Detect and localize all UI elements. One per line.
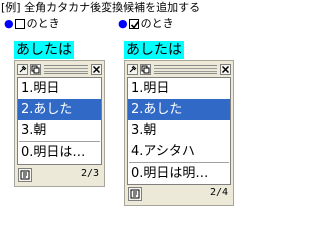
copy-icon[interactable] [30, 63, 41, 75]
checkbox-checked[interactable] [128, 19, 139, 29]
pin-icon[interactable] [127, 63, 138, 75]
candidate-item[interactable]: 4.アシタハ [128, 141, 230, 162]
candidate-toolbar [127, 63, 231, 75]
page-indicator: 2/3 [80, 168, 99, 179]
candidate-item[interactable]: 3.朝 [128, 120, 230, 141]
page-indicator: 2/4 [209, 187, 228, 198]
bullet-icon: ● [118, 17, 128, 30]
close-icon[interactable] [220, 63, 231, 75]
candidate-list: 1.明日 2.あした 3.朝 0.明日は… [17, 77, 102, 165]
option-label: のとき [26, 17, 60, 30]
checkbox-unchecked[interactable] [14, 19, 25, 29]
description-title: [例] 全角カタカナ後変換候補を追加する [1, 1, 201, 14]
candidate-toolbar [17, 63, 102, 75]
candidate-item-selected[interactable]: 2.あした [128, 99, 230, 120]
dictionary-icon[interactable] [18, 168, 32, 182]
candidate-item-selected[interactable]: 2.あした [18, 99, 101, 120]
drag-grip[interactable] [154, 64, 217, 74]
candidate-item[interactable]: 0.明日は… [18, 142, 101, 163]
drag-grip[interactable] [44, 64, 88, 74]
candidate-item[interactable]: 1.明日 [128, 78, 230, 99]
candidate-window-left: 1.明日 2.あした 3.朝 0.明日は… 2/3 [14, 60, 105, 187]
close-icon[interactable] [91, 63, 102, 75]
candidate-list: 1.明日 2.あした 3.朝 4.アシタハ 0.明日は明… [127, 77, 231, 185]
bullet-icon: ● [4, 17, 14, 30]
candidate-footer: 2/4 [127, 185, 231, 203]
copy-icon[interactable] [140, 63, 151, 75]
option-checked: ● のとき [118, 17, 174, 31]
pin-icon[interactable] [17, 63, 28, 75]
dictionary-icon[interactable] [128, 187, 142, 201]
option-label: のとき [140, 17, 174, 30]
option-unchecked: ● のとき [4, 17, 60, 31]
candidate-item[interactable]: 1.明日 [18, 78, 101, 99]
candidate-item[interactable]: 3.朝 [18, 120, 101, 141]
preedit-text-left: あしたは [14, 41, 74, 59]
candidate-footer: 2/3 [17, 166, 102, 184]
candidate-window-right: 1.明日 2.あした 3.朝 4.アシタハ 0.明日は明… 2/4 [124, 60, 234, 206]
preedit-text-right: あしたは [124, 41, 184, 59]
check-icon [130, 21, 139, 29]
candidate-item[interactable]: 0.明日は明… [128, 163, 230, 184]
